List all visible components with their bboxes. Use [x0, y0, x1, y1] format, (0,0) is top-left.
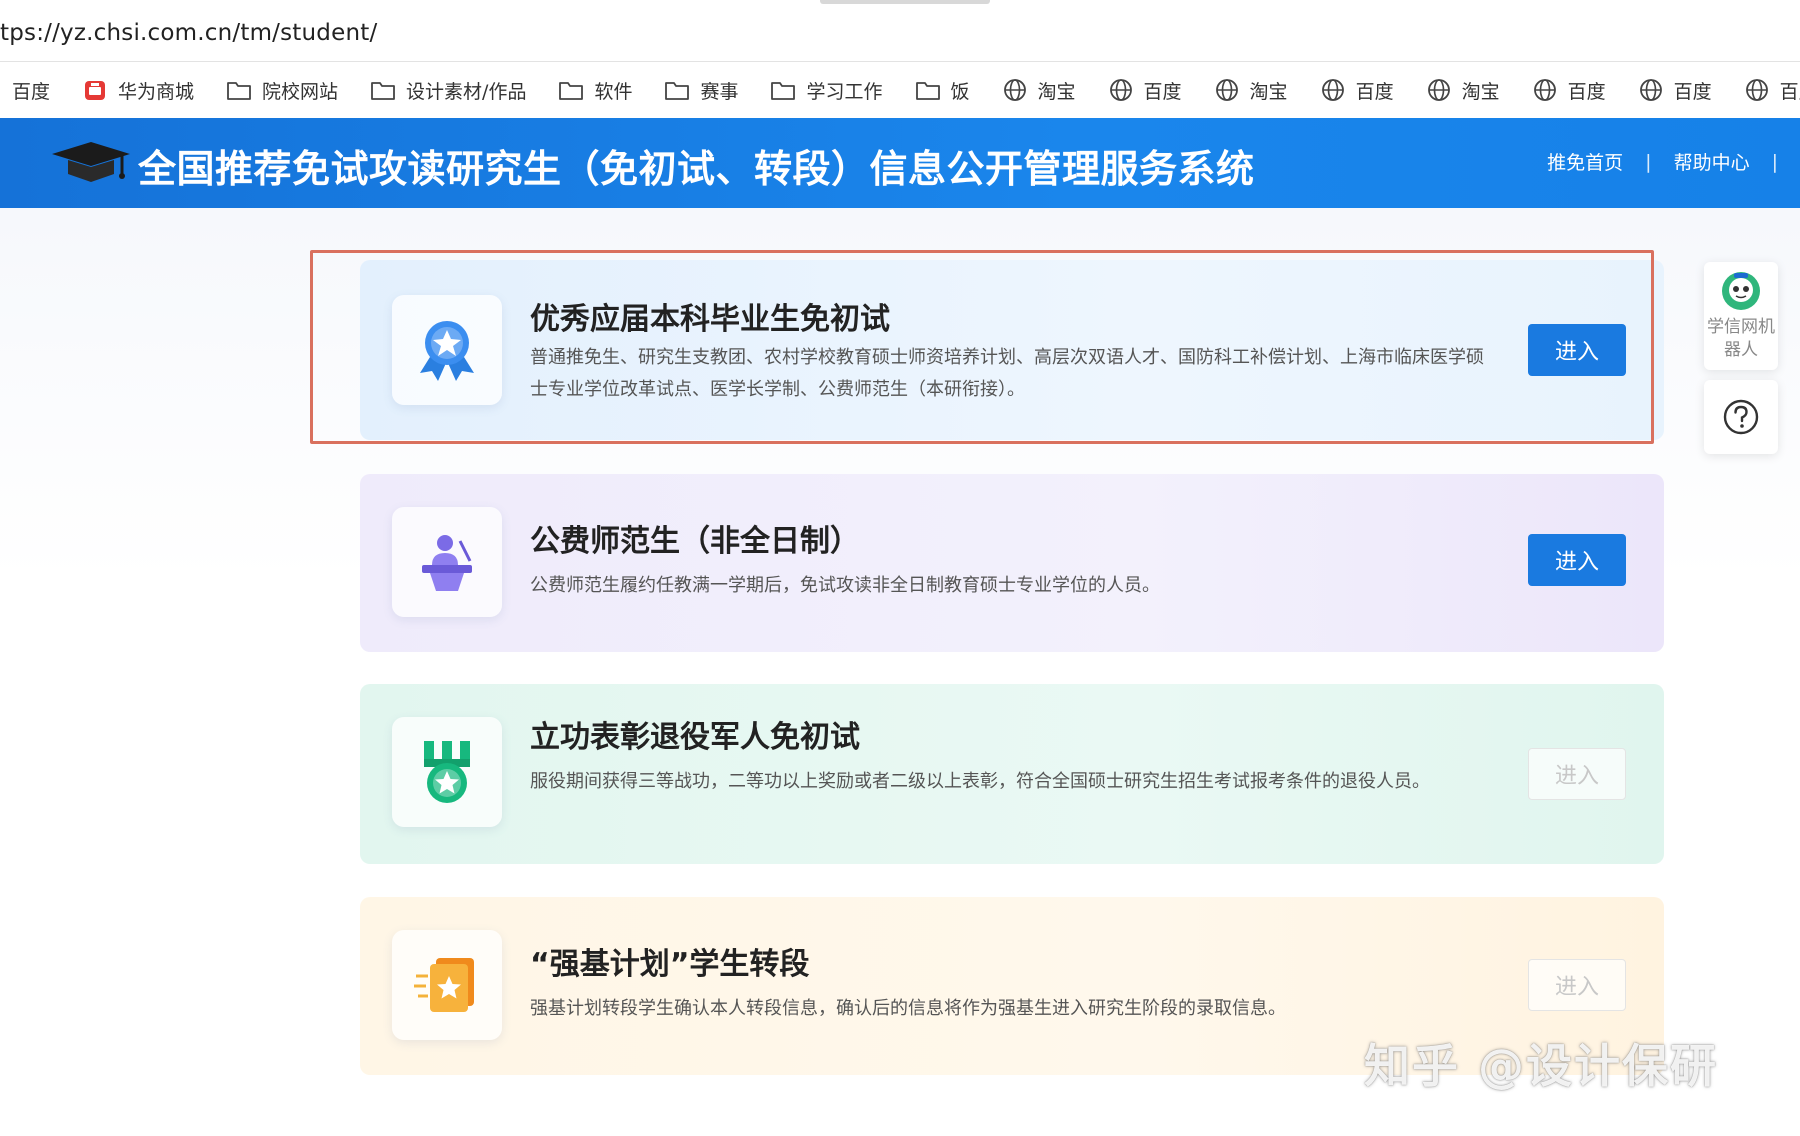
bookmarks-bar: 百度 华为商城 院校网站 设计素材/作品 软件 赛事 学习工作 饭 淘宝 百度 淘宝 百度 淘宝 百度 百度…: [0, 62, 1800, 118]
bookmark-label: 淘宝: [1249, 80, 1288, 103]
card-description: 服役期间获得三等战功，二等功以上奖励或者二级以上表彰，符合全国硕士研究生招生考试…: [530, 771, 1430, 792]
robot-avatar-icon: [1722, 272, 1760, 310]
bookmark-item[interactable]: 设计素材/作品: [360, 70, 536, 110]
bookmark-label: 淘宝: [1461, 80, 1500, 103]
question-circle-icon: [1723, 399, 1759, 435]
enter-button[interactable]: 进入: [1528, 324, 1626, 376]
folder-icon: [770, 77, 796, 103]
bookmark-item[interactable]: 淘宝: [992, 70, 1086, 110]
military-medal-icon: [392, 717, 502, 827]
bookmark-item[interactable]: 百度: [1522, 70, 1616, 110]
bookmark-label: 百度: [1779, 80, 1800, 103]
bookmark-label: 华为商城: [118, 80, 195, 103]
folder-icon: [558, 77, 584, 103]
bookmark-item[interactable]: 学习工作: [760, 70, 892, 110]
nav-separator: |: [1771, 150, 1778, 173]
card-description: 公费师范生履约任教满一学期后，免试攻读非全日制教育硕士专业学位的人员。: [530, 575, 1160, 596]
folder-icon: [664, 77, 690, 103]
card-public-normal-students: 公费师范生（非全日制） 公费师范生履约任教满一学期后，免试攻读非全日制教育硕士专…: [360, 474, 1664, 652]
bookmark-label: 设计素材/作品: [406, 80, 527, 103]
bookmark-label: 百度: [1143, 80, 1182, 103]
bookmark-label: 百度: [1673, 80, 1712, 103]
enter-button[interactable]: 进入: [1528, 959, 1626, 1011]
bookmark-item[interactable]: 院校网站: [216, 70, 348, 110]
bookmark-item[interactable]: 软件: [548, 70, 642, 110]
tab-strip-edge: [820, 0, 990, 4]
bookmark-item[interactable]: 华为商城: [72, 70, 204, 110]
globe-icon: [1532, 77, 1558, 103]
bookmark-item[interactable]: 淘宝: [1416, 70, 1510, 110]
card-description: 强基计划转段学生确认本人转段信息，确认后的信息将作为强基生进入研究生阶段的录取信…: [530, 998, 1286, 1019]
robot-assistant-widget[interactable]: 学信网机器人: [1704, 262, 1778, 370]
teacher-podium-icon: [392, 507, 502, 617]
bookmark-item[interactable]: 百度: [1098, 70, 1192, 110]
bookmark-label: 百度: [1567, 80, 1606, 103]
site-title: 全国推荐免试攻读研究生（免初试、转段）信息公开管理服务系统: [138, 147, 1255, 191]
nav-separator: |: [1645, 150, 1652, 173]
bookmark-item[interactable]: 百度: [0, 70, 60, 110]
robot-label: 学信网机器人: [1707, 317, 1775, 360]
enter-button[interactable]: 进入: [1528, 534, 1626, 586]
bookmark-label: 软件: [594, 80, 633, 103]
globe-icon: [1320, 77, 1346, 103]
folder-icon: [915, 77, 941, 103]
card-title: 优秀应届本科毕业生免初试: [530, 302, 890, 337]
help-widget[interactable]: [1704, 380, 1778, 454]
card-title: 立功表彰退役军人免初试: [530, 720, 860, 755]
card-excellent-graduates: 优秀应届本科毕业生免初试 普通推免生、研究生支教团、农村学校教育硕士师资培养计划…: [360, 260, 1664, 440]
folder-icon: [370, 77, 396, 103]
globe-icon: [1108, 77, 1134, 103]
globe-icon: [1002, 77, 1028, 103]
nav-tuimian-home[interactable]: 推免首页: [1547, 148, 1623, 175]
card-title: “强基计划”学生转段: [530, 947, 810, 982]
enter-button[interactable]: 进入: [1528, 748, 1626, 800]
globe-icon: [1638, 77, 1664, 103]
bookmark-item[interactable]: 百度: [1310, 70, 1404, 110]
bookmark-label: 学习工作: [806, 80, 883, 103]
bookmark-item[interactable]: 淘宝: [1204, 70, 1298, 110]
bookmark-item[interactable]: 赛事: [654, 70, 748, 110]
bookmark-label: 饭: [950, 80, 970, 103]
card-title: 公费师范生（非全日制）: [530, 524, 860, 559]
bookmark-label: 百度: [1355, 80, 1394, 103]
bookmark-label: 淘宝: [1037, 80, 1076, 103]
bookmark-label: 院校网站: [262, 80, 339, 103]
bookmark-item[interactable]: 百度: [1734, 70, 1800, 110]
bookmark-label: 百度: [12, 80, 51, 103]
browser-address-bar: tps://yz.chsi.com.cn/tm/student/: [0, 0, 1800, 62]
globe-icon: [1426, 77, 1452, 103]
globe-icon: [1214, 77, 1240, 103]
header-nav: 推免首页 | 帮助中心 |: [1547, 148, 1800, 175]
graduation-cap-icon: [52, 142, 130, 182]
zhihu-watermark: 知乎 @设计保研: [1364, 1039, 1719, 1093]
card-veterans: 立功表彰退役军人免初试 服役期间获得三等战功，二等功以上奖励或者二级以上表彰，符…: [360, 684, 1664, 864]
url-field[interactable]: tps://yz.chsi.com.cn/tm/student/: [0, 20, 377, 46]
bookmark-label: 赛事: [700, 80, 739, 103]
huawei-store-icon: [82, 77, 108, 103]
card-description: 普通推免生、研究生支教团、农村学校教育硕士师资培养计划、高层次双语人才、国防科工…: [530, 347, 1484, 400]
bookmark-item[interactable]: 百度: [1628, 70, 1722, 110]
page: tps://yz.chsi.com.cn/tm/student/ 百度 华为商城 院…: [0, 0, 1800, 1136]
globe-icon: [1744, 77, 1770, 103]
award-ribbon-icon: [392, 295, 502, 405]
bookmark-item[interactable]: 饭: [905, 70, 980, 110]
site-header: 全国推荐免试攻读研究生（免初试、转段）信息公开管理服务系统 推免首页 | 帮助中…: [0, 118, 1800, 208]
nav-help-center[interactable]: 帮助中心: [1674, 148, 1750, 175]
star-certificate-icon: [392, 930, 502, 1040]
folder-icon: [226, 77, 252, 103]
